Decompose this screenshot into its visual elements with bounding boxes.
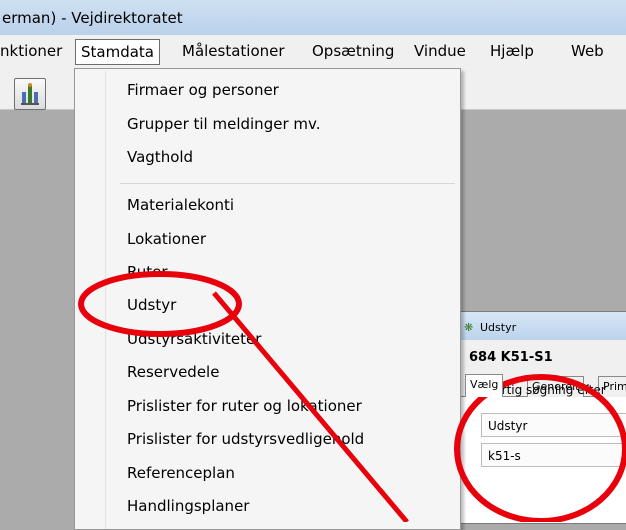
equipment-id: 684 K51-S1 bbox=[469, 350, 553, 365]
menu-item-ruter[interactable]: Ruter bbox=[127, 263, 168, 281]
menu-vindue[interactable]: Vindue bbox=[414, 42, 466, 60]
menu-item-referenceplan[interactable]: Referenceplan bbox=[127, 464, 235, 482]
menu-stamdata[interactable]: Stamdata bbox=[75, 39, 160, 65]
menu-item-reservedele[interactable]: Reservedele bbox=[127, 363, 219, 381]
search-type-select[interactable]: Udstyr bbox=[481, 413, 626, 437]
menu-gutter bbox=[105, 71, 106, 529]
dialog-title: Udstyr bbox=[480, 321, 517, 334]
menu-item-prislister-ruter[interactable]: Prislister for ruter og lokationer bbox=[127, 397, 362, 415]
menu-hjaelp[interactable]: Hjælp bbox=[490, 42, 534, 60]
menu-item-materialekonti[interactable]: Materialekonti bbox=[127, 196, 234, 214]
menu-item-vagthold[interactable]: Vagthold bbox=[127, 148, 193, 166]
menu-item-handlingsplaner[interactable]: Handlingsplaner bbox=[127, 497, 249, 515]
tab-vaelg[interactable]: Vælg bbox=[465, 374, 504, 397]
menu-web[interactable]: Web bbox=[571, 42, 604, 60]
menu-funktioner[interactable]: nktioner bbox=[0, 42, 62, 60]
equipment-icon: ❋ bbox=[464, 321, 474, 334]
menu-maalestationer[interactable]: Målestationer bbox=[182, 42, 285, 60]
menu-item-udstyrsaktiviteter[interactable]: Udstyrsaktiviteter bbox=[127, 330, 261, 348]
menu-item-prislister-udstyr[interactable]: Prislister for udstyrsvedligehold bbox=[127, 430, 364, 448]
toolbar-station-button[interactable] bbox=[14, 78, 46, 110]
window-title: erman) - Vejdirektoratet bbox=[2, 9, 183, 27]
menu-separator bbox=[120, 183, 455, 184]
station-icon bbox=[21, 83, 39, 105]
menu-item-udstyr[interactable]: Udstyr bbox=[127, 296, 176, 314]
menu-opsaetning[interactable]: Opsætning bbox=[312, 42, 394, 60]
dialog-title-bar[interactable]: ❋ Udstyr bbox=[457, 312, 626, 340]
menu-item-grupper[interactable]: Grupper til meldinger mv. bbox=[127, 115, 320, 133]
menu-item-lokationer[interactable]: Lokationer bbox=[127, 230, 206, 248]
title-bar: erman) - Vejdirektoratet bbox=[0, 0, 626, 35]
search-input[interactable]: k51-s bbox=[481, 443, 626, 467]
menu-item-firmaer[interactable]: Firmaer og personer bbox=[127, 81, 279, 99]
